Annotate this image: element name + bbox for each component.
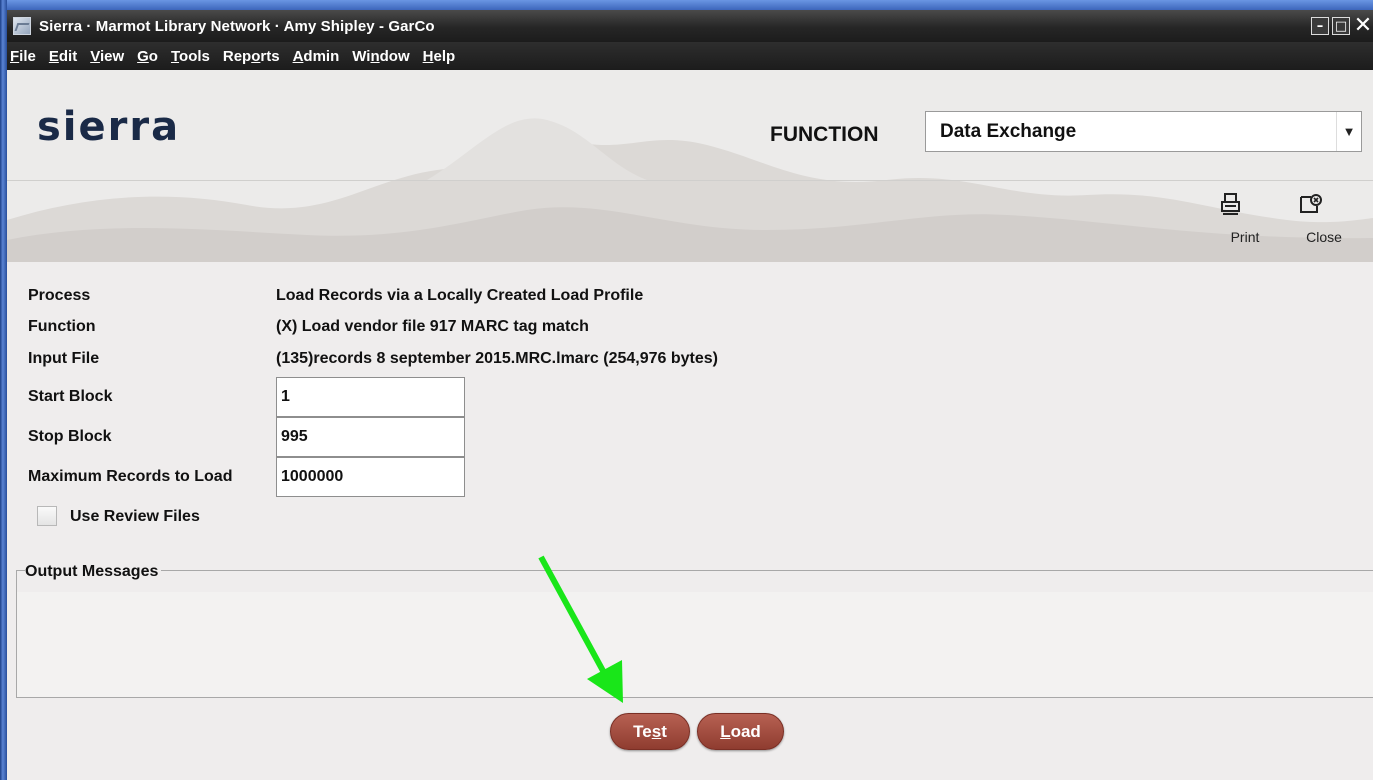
function-select-value: Data Exchange	[940, 120, 1077, 142]
review-files-label[interactable]: Use Review Files	[70, 508, 200, 526]
header-divider	[7, 180, 1373, 181]
menu-bar: File Edit View Go Tools Reports Admin Wi…	[7, 42, 1373, 70]
menu-file[interactable]: File	[10, 48, 36, 65]
window-frame-top	[0, 0, 1373, 10]
test-button[interactable]: Te s t	[610, 713, 690, 750]
menu-edit[interactable]: Edit	[49, 48, 77, 65]
menu-window[interactable]: Window	[352, 48, 409, 65]
minimize-icon[interactable]: –	[1311, 17, 1329, 35]
output-messages-area[interactable]	[17, 592, 1373, 697]
process-value: Load Records via a Locally Created Load …	[276, 287, 644, 304]
maximize-icon[interactable]: □	[1332, 17, 1350, 35]
close-button[interactable]: Close	[1299, 193, 1349, 253]
start-block-label: Start Block	[28, 388, 113, 405]
input-file-value: (135)records 8 september 2015.MRC.lmarc …	[276, 350, 718, 367]
chevron-down-icon[interactable]: ▼	[1336, 112, 1361, 151]
window-controls: – □ ✕	[1311, 15, 1373, 37]
process-label: Process	[28, 287, 91, 304]
max-records-input[interactable]	[276, 457, 465, 497]
menu-go[interactable]: Go	[137, 48, 158, 65]
review-files-checkbox[interactable]	[37, 506, 57, 526]
function-row-value: (X) Load vendor file 917 MARC tag match	[276, 318, 589, 335]
menu-help[interactable]: Help	[423, 48, 456, 65]
start-block-input[interactable]	[276, 377, 465, 417]
app-icon	[13, 17, 31, 35]
printer-icon	[1220, 193, 1270, 223]
menu-view[interactable]: View	[90, 48, 124, 65]
function-row-label: Function	[28, 318, 96, 335]
menu-admin[interactable]: Admin	[293, 48, 340, 65]
close-record-icon	[1299, 193, 1349, 223]
header-banner: sierra FUNCTION Data Exchange ▼ Print Cl…	[7, 70, 1373, 262]
stop-block-input[interactable]	[276, 417, 465, 457]
print-button[interactable]: Print	[1220, 193, 1270, 253]
sierra-window: Sierra · Marmot Library Network · Amy Sh…	[7, 10, 1373, 780]
function-label: FUNCTION	[770, 123, 879, 146]
function-select[interactable]: Data Exchange ▼	[925, 111, 1362, 152]
window-frame-left	[0, 0, 7, 780]
stop-block-label: Stop Block	[28, 428, 112, 445]
input-file-label: Input File	[28, 350, 100, 367]
window-title: Sierra · Marmot Library Network · Amy Sh…	[39, 17, 435, 35]
title-bar[interactable]: Sierra · Marmot Library Network · Amy Sh…	[7, 10, 1373, 42]
print-label: Print	[1230, 229, 1260, 245]
load-button[interactable]: Load	[697, 713, 784, 750]
menu-reports[interactable]: Reports	[223, 48, 280, 65]
output-messages-title: Output Messages	[25, 563, 162, 581]
max-records-label: Maximum Records to Load	[28, 468, 233, 485]
mountain-background	[7, 118, 1373, 262]
close-window-icon[interactable]: ✕	[1353, 15, 1373, 37]
sierra-logo: sierra	[37, 104, 181, 150]
menu-tools[interactable]: Tools	[171, 48, 210, 65]
close-label: Close	[1306, 229, 1342, 245]
